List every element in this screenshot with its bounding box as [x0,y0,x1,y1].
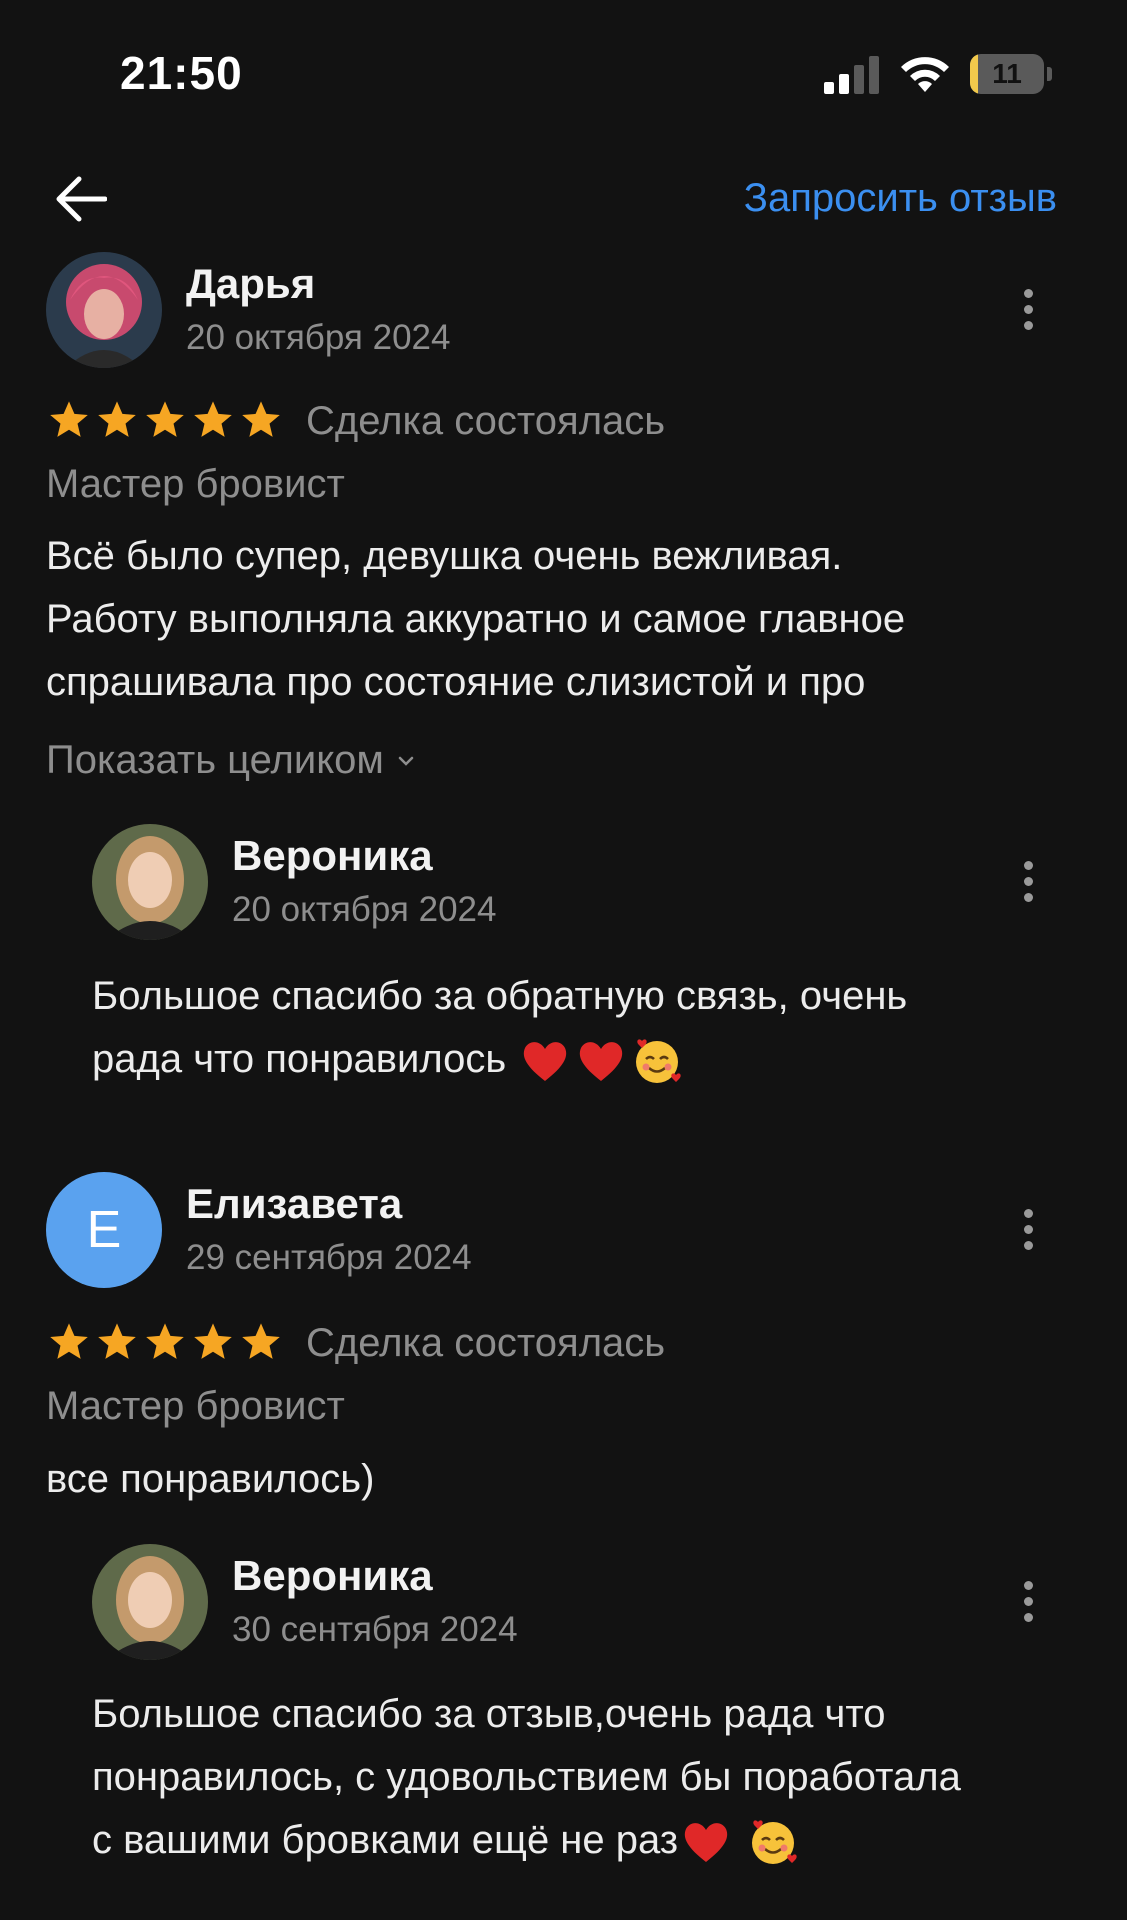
avatar[interactable]: E [46,1172,162,1288]
status-bar: 21:50 11 [0,0,1127,150]
review-text-line: Работу выполняла аккуратно и самое главн… [46,597,906,641]
reply-text: Большое спасибо за отзыв,очень рада что … [92,1683,961,1872]
deal-status: Сделка состоялась [306,399,666,443]
avatar[interactable] [92,824,208,940]
battery-icon: 11 [970,54,1052,94]
rating-stars [48,400,282,440]
reply-text-line: Большое спасибо за обратную связь, очень [92,974,908,1018]
show-full-button[interactable]: Показать целиком [46,738,414,783]
more-options-icon[interactable] [1008,1199,1048,1259]
reply-date: 30 сентября 2024 [232,1610,518,1649]
avatar-letter: E [86,1201,122,1259]
more-options-icon[interactable] [1008,851,1048,911]
chevron-down-icon [398,756,414,766]
back-button[interactable] [48,166,114,232]
review-text-line: все понравилось) [46,1457,375,1501]
reply-text-line: рада что понравилось [92,1028,907,1091]
review-author: Елизавета [186,1180,403,1227]
star-icon [146,1323,184,1359]
arrow-left-icon [56,176,107,222]
review-text: все понравилось) [46,1448,374,1511]
reply-text-line: Большое спасибо за отзыв,очень рада что [92,1692,886,1736]
star-icon [50,1323,88,1359]
review-date: 20 октября 2024 [186,318,451,357]
battery-level: 11 [992,58,1022,89]
star-icon [50,401,88,437]
more-options-icon[interactable] [1008,1571,1048,1631]
avatar[interactable] [92,1544,208,1660]
avatar[interactable] [46,252,162,368]
review-category: Мастер бровист [46,462,345,506]
reply-date: 20 октября 2024 [232,890,497,929]
status-time: 21:50 [120,47,243,99]
star-icon [242,401,280,437]
cellular-signal-icon [824,56,879,94]
rating-stars [48,1322,282,1362]
red-heart-icon [684,1823,728,1863]
reply-text-line: понравилось, с удовольствием бы поработа… [92,1755,961,1799]
request-review-link[interactable]: Запросить отзыв [744,176,1057,221]
red-heart-icon [524,1042,567,1082]
more-options-icon[interactable] [1008,279,1048,339]
reply-author: Вероника [232,832,433,879]
review-text-line: спрашивала про состояние слизистой и про [46,660,866,704]
smiling-face-with-hearts-icon [636,1039,682,1084]
reply-text-line: с вашими бровками ещё не раз [92,1809,961,1872]
wifi-icon [901,57,949,92]
review-author: Дарья [186,260,316,307]
reply-text: Большое спасибо за обратную связь, очень… [92,965,907,1091]
review-category: Мастер бровист [46,1384,345,1428]
smiling-face-with-hearts-icon [752,1820,797,1865]
star-icon [98,401,136,437]
deal-status: Сделка состоялась [306,1321,666,1365]
review-date: 29 сентября 2024 [186,1238,472,1277]
red-heart-icon [580,1042,623,1082]
star-icon [194,1323,232,1359]
star-icon [146,401,184,437]
star-icon [242,1323,280,1359]
reply-author: Вероника [232,1552,433,1599]
star-icon [194,401,232,437]
review-text-line: Всё было супер, девушка очень вежливая. [46,534,843,578]
review-text: Всё было супер, девушка очень вежливая. … [46,525,905,714]
star-icon [98,1323,136,1359]
show-full-label: Показать целиком [46,738,384,782]
